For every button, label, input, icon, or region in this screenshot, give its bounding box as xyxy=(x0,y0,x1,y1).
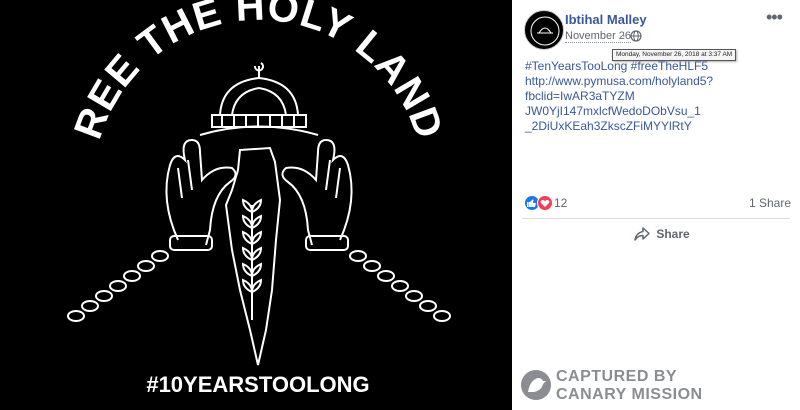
divider xyxy=(522,218,790,219)
canary-mission-logo-icon xyxy=(521,370,551,400)
post-viewer: FREE THE HOLY LAND 5 xyxy=(0,0,800,410)
avatar-image xyxy=(530,16,560,46)
avatar[interactable] xyxy=(524,10,564,50)
map-drawing xyxy=(224,146,282,366)
love-reaction-icon xyxy=(537,195,553,211)
post-text-line[interactable]: JW0YjI147mxlcfWedoDObVsu_1 xyxy=(525,104,735,119)
hands-drawing xyxy=(165,138,353,246)
arc-title: FREE THE HOLY LAND 5 xyxy=(0,0,454,156)
shares-count[interactable]: 1 Share xyxy=(749,196,791,210)
holy-land-poster-art: FREE THE HOLY LAND 5 xyxy=(0,0,455,397)
svg-text:FREE THE HOLY LAND 5: FREE THE HOLY LAND 5 xyxy=(0,0,455,156)
watermark-line1: CAPTURED BY xyxy=(556,368,678,385)
more-options-icon[interactable]: ••• xyxy=(766,8,783,26)
post-text-line[interactable]: fbclid=IwAR3aTYZM xyxy=(525,89,735,104)
heart-icon xyxy=(540,199,550,207)
date-separator: · xyxy=(622,30,626,42)
dome-drawing xyxy=(199,62,319,136)
share-arrow-icon xyxy=(634,227,651,241)
reaction-count[interactable]: 12 xyxy=(554,196,567,210)
globe-icon xyxy=(630,30,642,42)
author-name[interactable]: Ibtihal Malley xyxy=(565,12,647,27)
post-text: #TenYearsTooLong #freeTheHLF5 http://www… xyxy=(525,59,735,134)
post-image[interactable]: FREE THE HOLY LAND 5 xyxy=(0,0,512,410)
hashtag-text: #10YEARSTOOLONG xyxy=(146,372,369,397)
share-button[interactable]: Share xyxy=(612,222,712,246)
post-text-line[interactable]: #TenYearsTooLong #freeTheHLF5 xyxy=(525,59,735,74)
post-text-line[interactable]: _2DiUxKEah3ZkscZFiMYYlRtY xyxy=(525,119,735,134)
post-text-line[interactable]: http://www.pymusa.com/holyland5? xyxy=(525,74,735,89)
share-button-label: Share xyxy=(656,227,690,241)
watermark-line2: CANARY MISSION xyxy=(556,386,703,403)
watermark-text: CAPTURED BY CANARY MISSION xyxy=(556,368,703,404)
